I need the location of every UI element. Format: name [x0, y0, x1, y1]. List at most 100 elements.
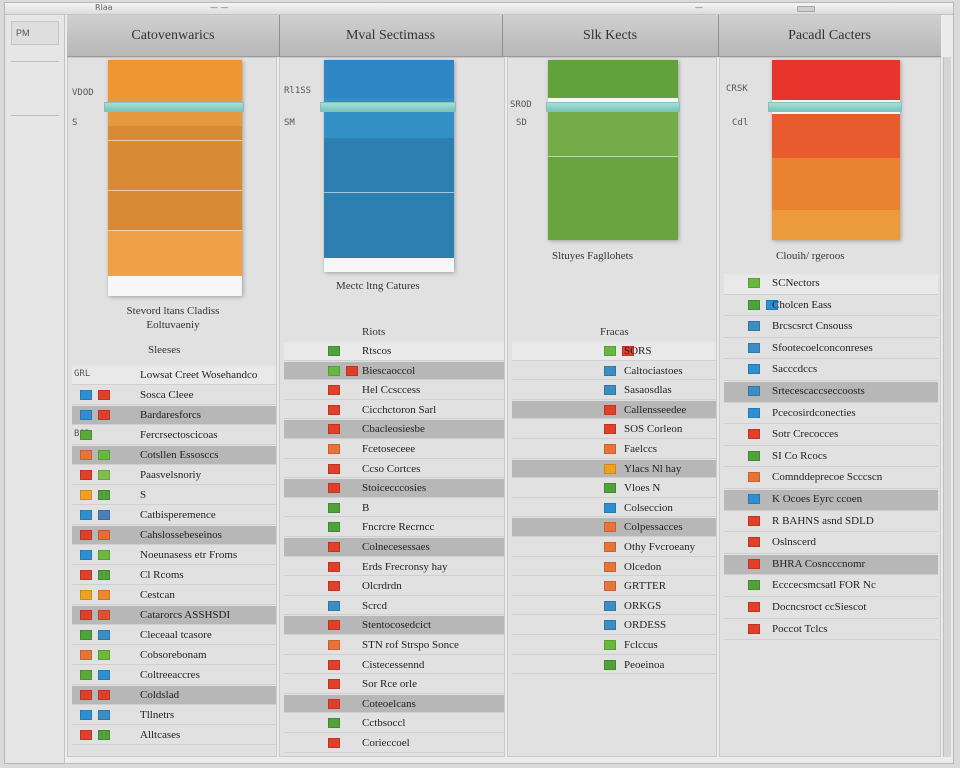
list-item[interactable]: Cleceaal tcasore [72, 626, 276, 645]
list-item[interactable]: Coteoelcans [284, 694, 504, 714]
list-item[interactable]: Coltreeaccres [72, 666, 276, 685]
list-item[interactable]: Ylacs Nl hay [512, 459, 716, 479]
column-heading-1[interactable]: Catovenwarics [67, 15, 279, 57]
scrollbar[interactable] [943, 57, 951, 757]
list-item[interactable]: Othy Fvcroeany [512, 538, 716, 557]
list-item[interactable]: STN rof Strspo Sonce [284, 636, 504, 655]
list-item[interactable]: Bardaresforcs [72, 406, 276, 425]
row-label: Fncrcre Recrncc [362, 521, 435, 534]
row-status-icon [604, 346, 616, 356]
list-item[interactable]: Sor Rce orle [284, 675, 504, 694]
app-window: Rlaa — — — PM Catovenwarics Mval Sectima… [4, 2, 954, 764]
list-item[interactable]: Poccot Tclcs [724, 620, 938, 641]
row-status-icon [748, 278, 760, 288]
list-item[interactable]: Sotr Crecocces [724, 425, 938, 446]
list-item[interactable]: Alltcases [72, 726, 276, 745]
list-item[interactable]: Cicchctoron Sarl [284, 401, 504, 420]
list-item[interactable]: Cholcen Eass [724, 296, 938, 317]
column-heading-4[interactable]: Pacadl Cacters [718, 15, 941, 57]
row-status-icon [98, 710, 110, 720]
row-status-icon [98, 510, 110, 520]
list-item[interactable]: K Ocoes Eyrc ccoen [724, 490, 938, 511]
list-item[interactable]: Fcetoseceee [284, 440, 504, 459]
list-item[interactable]: Biescaoccol [284, 361, 504, 381]
row-status-icon [748, 494, 760, 504]
list-item[interactable]: Stoicecccosies [284, 479, 504, 498]
list-item[interactable]: GRTTER [512, 577, 716, 596]
list-item[interactable]: Catarorcs ASSHSDI [72, 606, 276, 625]
row-label: STN rof Strspo Sonce [362, 639, 459, 651]
row-label: Cobsorebonam [140, 649, 207, 661]
sidebar-item[interactable]: PM [11, 21, 59, 45]
row-label: Scrcd [362, 599, 388, 612]
list-item[interactable]: Cbacleosiesbe [284, 420, 504, 439]
list-item[interactable]: Olcedon [512, 558, 716, 577]
list-item[interactable]: Cl Rcoms [72, 566, 276, 585]
bar-chart-2 [324, 60, 454, 272]
row-status-icon [80, 430, 92, 440]
list-item[interactable]: Peoeinoa [512, 656, 716, 675]
window-control-button[interactable] [797, 6, 815, 12]
list-item[interactable]: Stentocosedcict [284, 616, 504, 635]
list-item[interactable]: Fncrcre Recrncc [284, 518, 504, 537]
list-item[interactable]: Faelccs [512, 440, 716, 459]
list-item[interactable]: Oslnscerd [724, 533, 938, 554]
list-item[interactable]: Catbisperemence [72, 506, 276, 525]
row-status-icon [328, 581, 340, 592]
list-item[interactable]: Brcscsrct Cnsouss [724, 317, 938, 338]
list-item[interactable]: Vloes N [512, 479, 716, 498]
list-item[interactable]: Cahslossebeseinos [72, 526, 276, 545]
list-item[interactable]: BHRA Cosncccnomr [724, 554, 938, 576]
list-item[interactable]: Noeunasess etr Froms [72, 546, 276, 565]
list-item[interactable]: Comnddeprecoe Scccscn [724, 468, 938, 489]
row-label: Comnddeprecoe Scccscn [772, 471, 883, 484]
list-item[interactable]: Cistecessennd [284, 656, 504, 675]
list-item[interactable]: Paasvelsnoriy [72, 466, 276, 485]
row-status-icon [604, 620, 616, 631]
list-item[interactable]: ORKGS [512, 597, 716, 616]
list-item[interactable]: Rtscos [284, 342, 504, 361]
list-item[interactable]: Sasaosdlas [512, 381, 716, 400]
list-item[interactable]: Fclccus [512, 636, 716, 655]
list-item[interactable]: Hel Ccsccess [284, 381, 504, 400]
list-item[interactable]: Tllnetrs [72, 706, 276, 725]
list-item[interactable]: Callensseedee [512, 400, 716, 420]
list-item[interactable]: Docncsroct ccSiescot [724, 598, 938, 619]
chart-caption: Mectc ltng Catures [336, 280, 420, 292]
list-item[interactable]: Sfootecoelconconreses [724, 339, 938, 360]
list-item[interactable]: SOS Corleon [512, 420, 716, 439]
row-status-icon [748, 515, 760, 526]
list-item[interactable]: Coldslad [72, 686, 276, 705]
list-item[interactable]: Ccso Cortces [284, 460, 504, 479]
list-item[interactable]: Colpessacces [512, 518, 716, 537]
list-item[interactable]: Ecccecsmcsatl FOR Nc [724, 576, 938, 597]
list-item[interactable]: Caltociastoes [512, 362, 716, 381]
row-status-icon [328, 698, 340, 709]
list-item[interactable]: Olcrdrdn [284, 577, 504, 596]
list-item[interactable]: Pcecosirdconecties [724, 404, 938, 425]
list-item[interactable]: SORS [512, 342, 716, 361]
column-heading-2[interactable]: Mval Sectimass [279, 15, 502, 57]
list-item[interactable]: BSDFercrsectoscicoas [72, 426, 276, 445]
list-item[interactable]: Cobsorebonam [72, 646, 276, 665]
list-item[interactable]: Erds Frecronsy hay [284, 558, 504, 577]
column-heading-3[interactable]: Slk Kects [502, 15, 718, 57]
list-item[interactable]: Colnecesessaes [284, 538, 504, 557]
list-item[interactable]: Corieccoel [284, 734, 504, 753]
list-item[interactable]: SCNectors [724, 274, 938, 295]
list-item[interactable]: S [72, 486, 276, 505]
list-item[interactable]: B [284, 499, 504, 518]
list-item[interactable]: SI Co Rcocs [724, 447, 938, 468]
list-item[interactable]: Sacccdccs [724, 360, 938, 381]
list-item[interactable]: Colseccion [512, 499, 716, 518]
list-item[interactable]: GRL Lowsat Creet Wosehandco [72, 366, 276, 385]
list-item[interactable]: Cotsllen Essosccs [72, 446, 276, 465]
list-item[interactable]: Cctbsoccl [284, 714, 504, 733]
list-item[interactable]: Scrcd [284, 597, 504, 616]
list-item[interactable]: R BAHNS asnd SDLD [724, 512, 938, 533]
row-status-icon [748, 364, 760, 375]
list-item[interactable]: Cestcan [72, 586, 276, 605]
list-item[interactable]: Srtecescaccseccoosts [724, 382, 938, 403]
list-item[interactable]: Sosca Cleee [72, 386, 276, 405]
list-item[interactable]: ORDESS [512, 616, 716, 635]
